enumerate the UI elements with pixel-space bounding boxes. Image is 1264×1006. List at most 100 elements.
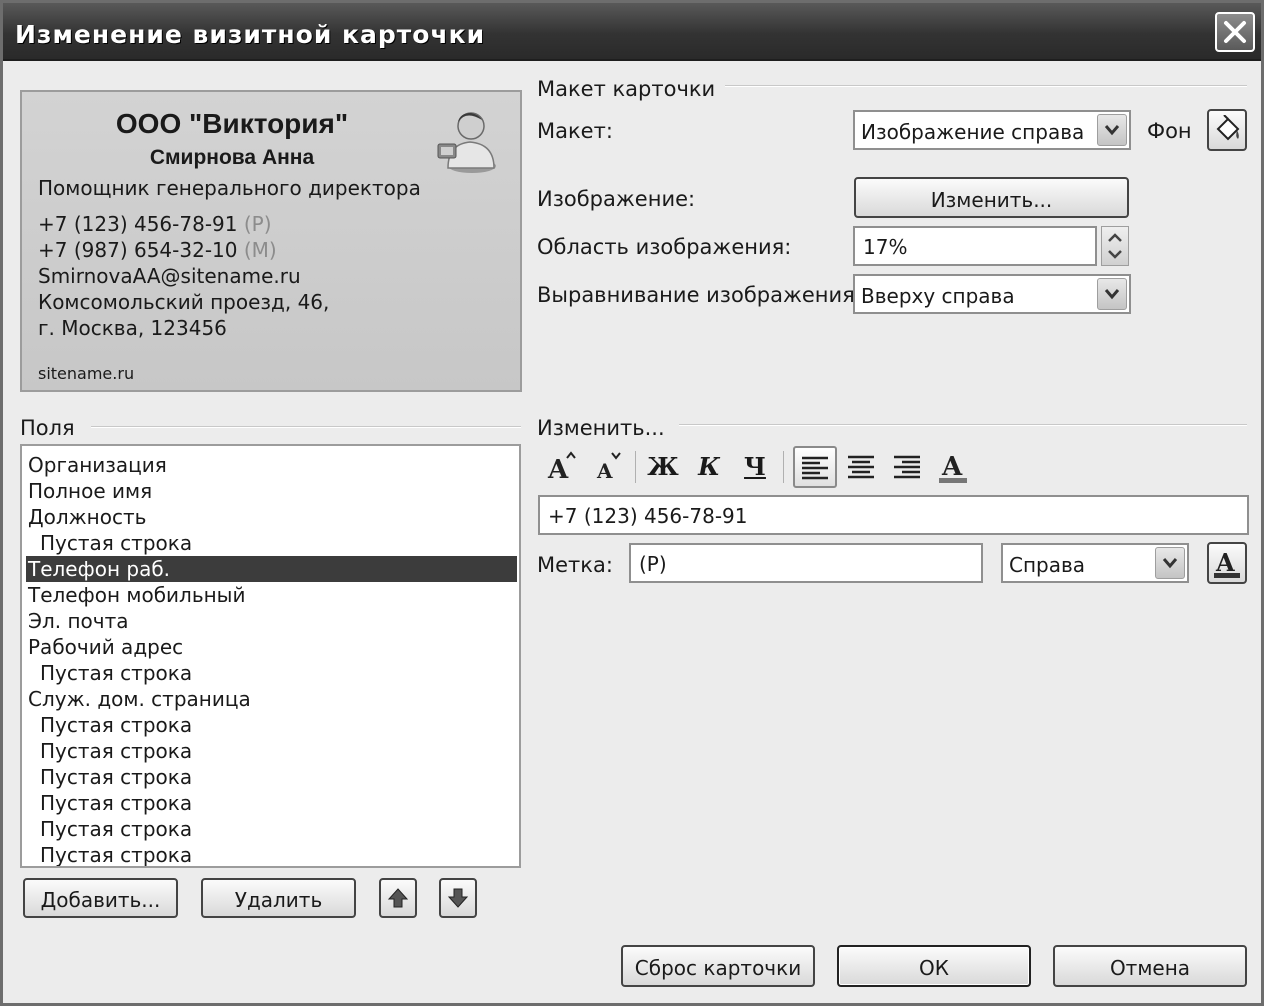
layout-select-value: Изображение справа [861, 120, 1085, 144]
change-image-button[interactable]: Изменить... [854, 177, 1129, 218]
fields-list[interactable]: Организация Полное имя Должность Пустая стр… [20, 444, 521, 868]
card-position: Помощник генерального директора [38, 176, 421, 200]
image-area-label: Область изображения: [537, 235, 792, 259]
font-color-button[interactable]: A [933, 447, 973, 487]
edit-group-title: Изменить... [537, 416, 675, 440]
field-value-text: +7 (123) 456-78-91 [548, 504, 748, 528]
font-grow-icon: A [547, 451, 576, 485]
list-item-label: Телефон мобильный [28, 583, 246, 607]
list-item-label: Пустая строка [40, 713, 193, 737]
add-field-button[interactable]: Добавить... [23, 878, 178, 918]
list-item-label: Рабочий адрес [28, 635, 184, 659]
list-item[interactable]: Телефон раб. [26, 556, 517, 582]
image-area-value: 17% [863, 235, 908, 259]
card-phone-work-tag: (P) [243, 212, 272, 236]
toolbar-separator [635, 451, 636, 483]
field-value-input[interactable]: +7 (123) 456-78-91 [538, 495, 1249, 535]
align-center-button[interactable] [841, 447, 881, 487]
image-area-input[interactable]: 17% [853, 226, 1097, 266]
list-item-label: Пустая строка [40, 765, 193, 789]
list-item[interactable]: Пустая строка [26, 660, 517, 686]
list-item[interactable]: Пустая строка [26, 842, 517, 866]
list-item[interactable]: Пустая строка [26, 712, 517, 738]
list-item-label: Пустая строка [40, 739, 193, 763]
close-button[interactable] [1215, 12, 1255, 52]
list-item[interactable]: Должность [26, 504, 517, 530]
list-item-label: Организация [28, 453, 167, 477]
layout-label: Макет: [537, 119, 613, 143]
change-image-button-label: Изменить... [930, 188, 1053, 212]
list-item[interactable]: Организация [26, 452, 517, 478]
list-item-label: Пустая строка [40, 531, 193, 555]
background-button[interactable] [1207, 109, 1247, 151]
bold-button[interactable]: Ж [643, 447, 683, 487]
list-item-label: Эл. почта [28, 609, 129, 633]
svg-text:A: A [596, 459, 613, 483]
fields-group-title: Поля [20, 416, 85, 440]
svg-text:A: A [1215, 548, 1235, 577]
list-item[interactable]: Рабочий адрес [26, 634, 517, 660]
card-phone-work: +7 (123) 456-78-91 (P) [38, 212, 272, 236]
cancel-button[interactable]: Отмена [1053, 945, 1247, 987]
move-down-button[interactable] [439, 878, 477, 918]
fields-group-line [91, 426, 521, 428]
align-left-icon [802, 456, 828, 480]
reset-card-button[interactable]: Сброс карточки [621, 945, 815, 987]
font-style-icon: A [1214, 548, 1240, 578]
image-label: Изображение: [537, 187, 696, 211]
align-right-button[interactable] [887, 447, 927, 487]
tag-label: Метка: [537, 553, 613, 577]
dialog-window: Изменение визитной карточки ООО "Виктори… [0, 0, 1264, 1006]
list-item[interactable]: Эл. почта [26, 608, 517, 634]
delete-field-button[interactable]: Удалить [201, 878, 356, 918]
card-phone-mobile: +7 (987) 654-32-10 (M) [38, 238, 277, 262]
list-item[interactable]: Полное имя [26, 478, 517, 504]
list-item[interactable]: Пустая строка [26, 764, 517, 790]
chevron-down-icon[interactable] [1155, 547, 1185, 579]
list-item-label: Полное имя [28, 479, 153, 503]
card-preview: ООО "Виктория" Смирнова Анна Помощник ге… [20, 90, 522, 392]
align-left-button[interactable] [793, 446, 837, 488]
card-phone-work-value: +7 (123) 456-78-91 [38, 212, 238, 236]
list-item-label: Пустая строка [40, 791, 193, 815]
card-company: ООО "Виктория" [115, 108, 349, 139]
underline-button[interactable]: Ч [735, 447, 775, 487]
card-phone-mobile-tag: (M) [243, 238, 277, 262]
chevron-down-icon[interactable] [1097, 114, 1127, 146]
layout-select[interactable]: Изображение справа [853, 110, 1131, 150]
font-shrink-icon: A [596, 452, 621, 483]
font-size-decrease-button[interactable]: A [587, 447, 627, 487]
ok-button[interactable]: ОК [837, 945, 1031, 987]
tag-input[interactable]: (P) [629, 543, 983, 583]
list-item[interactable]: Пустая строка [26, 530, 517, 556]
list-item-label: Пустая строка [40, 661, 193, 685]
tag-font-button[interactable]: A [1207, 542, 1247, 584]
card-address-line2: г. Москва, 123456 [38, 316, 227, 340]
font-size-increase-button[interactable]: A [541, 447, 581, 487]
list-item[interactable]: Телефон мобильный [26, 582, 517, 608]
list-item[interactable]: Пустая строка [26, 816, 517, 842]
image-align-select[interactable]: Вверху справа [853, 274, 1131, 314]
delete-field-button-label: Удалить [234, 888, 323, 912]
arrow-down-icon [447, 888, 469, 908]
layout-group-line [721, 85, 1247, 87]
list-item[interactable]: Пустая строка [26, 790, 517, 816]
image-align-label: Выравнивание изображения: [537, 283, 862, 307]
add-field-button-label: Добавить... [40, 888, 161, 912]
card-phone-mobile-value: +7 (987) 654-32-10 [38, 238, 238, 262]
chevron-down-icon[interactable] [1097, 278, 1127, 310]
list-item[interactable]: Служ. дом. страница [26, 686, 517, 712]
italic-button[interactable]: К [689, 447, 729, 487]
card-email: SmirnovaAA@sitename.ru [38, 264, 301, 288]
list-item[interactable]: Пустая строка [26, 738, 517, 764]
list-item-label: Пустая строка [40, 817, 193, 841]
close-icon [1224, 21, 1246, 43]
background-label: Фон [1147, 119, 1192, 143]
move-up-button[interactable] [379, 878, 417, 918]
image-area-spinner[interactable] [1101, 226, 1129, 266]
list-item-label: Служ. дом. страница [28, 687, 251, 711]
tag-position-value: Справа [1009, 553, 1086, 577]
card-name: Смирнова Анна [149, 146, 315, 169]
card-address-line1: Комсомольский проезд, 46, [38, 290, 330, 314]
tag-position-select[interactable]: Справа [1001, 543, 1189, 583]
